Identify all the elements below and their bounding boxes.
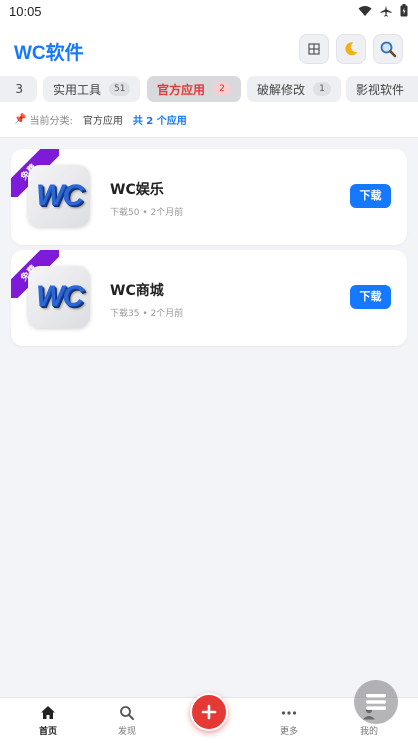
download-button[interactable]: 下载 <box>350 184 391 208</box>
tab-label: 实用工具 <box>53 82 102 97</box>
status-bar: 10:05 <box>0 0 418 26</box>
app-time: 2个月前 <box>150 208 184 218</box>
search-icon <box>120 706 134 720</box>
tab-video[interactable]: 影视软件 <box>346 76 418 102</box>
grid-view-button[interactable] <box>299 34 329 64</box>
app-icon[interactable]: WC <box>28 266 90 328</box>
home-icon <box>41 706 55 719</box>
grid-icon <box>308 43 320 55</box>
category-current: 官方应用 <box>82 116 123 127</box>
meta-separator: • <box>142 208 151 218</box>
status-time: 10:05 <box>9 4 42 19</box>
airplane-icon <box>380 5 392 17</box>
app-name: WC娱乐 <box>110 182 164 198</box>
tab-label: 官方应用 <box>157 82 206 97</box>
app-card[interactable]: 免费 WC WC娱乐 下载50 • 2个月前 下载 <box>11 149 407 245</box>
category-prefix: 当前分类: <box>29 116 73 127</box>
app-name: WC商城 <box>110 283 164 299</box>
category-tabs: 3 实用工具 51 官方应用 2 破解修改 1 影视软件 <box>0 74 418 104</box>
nav-label: 发现 <box>117 727 136 737</box>
category-count: 共 2 个应用 <box>132 116 187 127</box>
dark-mode-button[interactable] <box>336 34 366 64</box>
app-icon[interactable]: WC <box>28 165 90 227</box>
moon-icon <box>345 42 358 56</box>
tab-partial-left[interactable]: 3 <box>0 76 37 102</box>
floating-menu-button[interactable] <box>354 680 398 724</box>
download-button[interactable]: 下载 <box>350 285 391 309</box>
nav-label: 更多 <box>279 727 298 737</box>
app-meta: 下载50 • 2个月前 <box>110 205 183 218</box>
tab-count-badge: 2 <box>213 82 232 96</box>
nav-discover[interactable]: 发现 <box>97 704 157 737</box>
tab-label: 影视软件 <box>356 82 405 97</box>
tab-official[interactable]: 官方应用 2 <box>147 76 242 102</box>
wc-logo: WC <box>36 179 84 212</box>
tab-count-badge: 1 <box>313 82 332 96</box>
tab-label: 破解修改 <box>257 82 306 97</box>
app-downloads: 下载35 <box>110 309 140 319</box>
app-card[interactable]: 免费 WC WC商城 下载35 • 2个月前 下载 <box>11 250 407 346</box>
plus-icon <box>201 704 217 720</box>
search-button[interactable] <box>373 34 403 64</box>
nav-label: 首页 <box>38 727 57 737</box>
wc-logo: WC <box>36 280 84 313</box>
tab-count: 3 <box>15 82 23 96</box>
status-icons <box>358 4 408 17</box>
nav-home[interactable]: 首页 <box>18 704 78 737</box>
tab-count-badge: 51 <box>109 82 131 96</box>
meta-separator: • <box>142 309 151 319</box>
add-button[interactable] <box>190 693 228 731</box>
nav-label: 我的 <box>359 727 378 737</box>
nav-more[interactable]: 更多 <box>259 704 319 737</box>
app-title: WC软件 <box>14 43 84 64</box>
tab-crack[interactable]: 破解修改 1 <box>247 76 342 102</box>
search-icon <box>380 41 397 58</box>
tab-tools[interactable]: 实用工具 51 <box>43 76 141 102</box>
menu-icon <box>366 694 386 710</box>
pin-icon: 📌 <box>14 114 27 125</box>
more-icon <box>281 711 297 715</box>
app-meta: 下载35 • 2个月前 <box>110 306 183 319</box>
app-time: 2个月前 <box>150 309 184 319</box>
battery-icon <box>400 4 408 17</box>
category-info: 📌 当前分类: 官方应用 共 2 个应用 <box>14 112 187 127</box>
wifi-icon <box>358 5 372 16</box>
app-downloads: 下载50 <box>110 208 140 218</box>
app-header: WC软件 3 实用工具 51 官方应用 2 破解修改 1 影视软件 📌 当前分类… <box>0 26 418 138</box>
